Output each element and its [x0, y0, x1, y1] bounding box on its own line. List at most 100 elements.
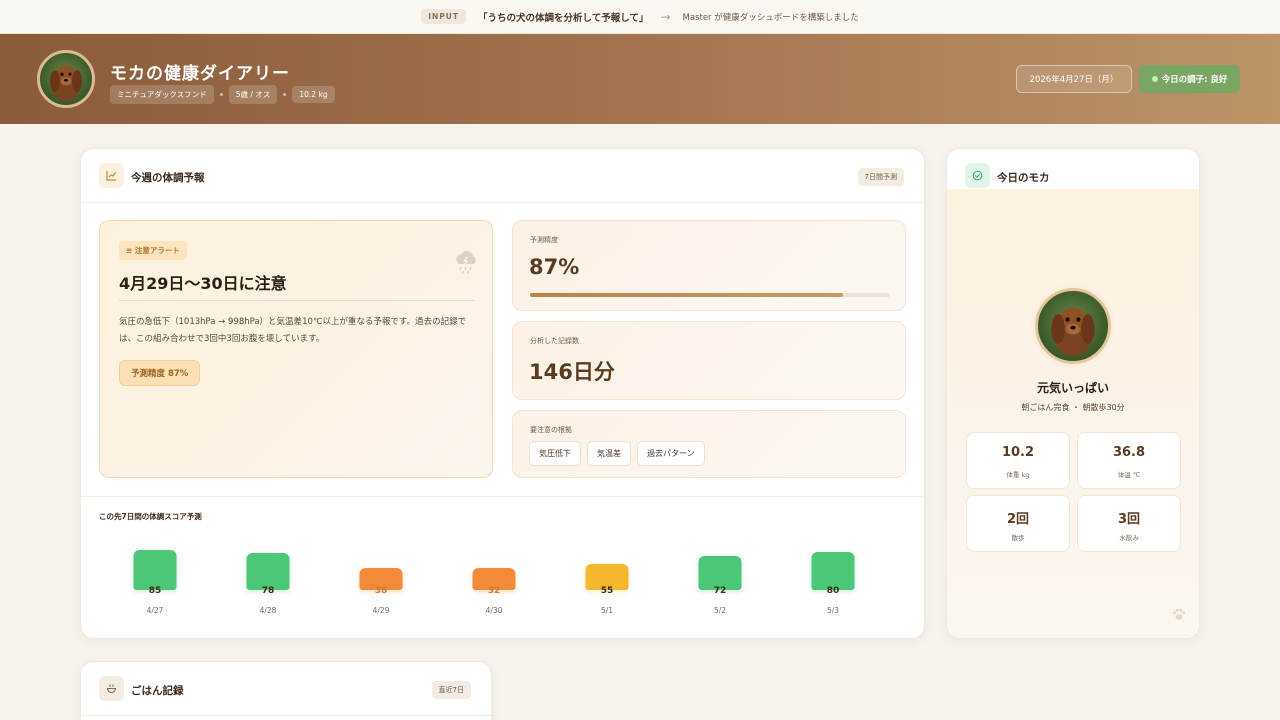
- forecast-day[interactable]: 80 5/3: [777, 529, 889, 621]
- dog-photo-icon: [50, 65, 82, 102]
- card-header: ごはん記録 直近7日: [81, 662, 491, 716]
- metric-value: 10.2: [1001, 445, 1035, 460]
- score-value: 32: [487, 586, 501, 596]
- score-value: 72: [713, 586, 727, 596]
- weight-metric: 10.2 体重 kg: [966, 432, 1070, 489]
- paw-icon: [1171, 606, 1187, 626]
- score-bar: [811, 552, 855, 590]
- age-tag: 5歳 / オス: [228, 85, 278, 104]
- page-title: モカの健康ダイアリー: [110, 64, 290, 84]
- separator-dot: [219, 93, 223, 96]
- factor-chip[interactable]: 気温差: [587, 441, 631, 466]
- dog-photo-icon: [1051, 307, 1095, 356]
- input-bar: INPUT 「うちの犬の体調を分析して予報して」 → Master が健康ダッシ…: [0, 0, 1280, 34]
- temperature-metric: 36.8 体温 ℃: [1077, 432, 1181, 489]
- factor-chip[interactable]: 過去パターン: [637, 441, 705, 466]
- accuracy-chip: 予測精度 87%: [119, 360, 201, 386]
- water-metric: 3回 水飲み: [1077, 495, 1181, 552]
- accuracy-value: 87%: [529, 255, 580, 279]
- forecast-day[interactable]: 72 5/2: [664, 529, 776, 621]
- avatar: [1035, 288, 1111, 364]
- period-badge: 7日間予測: [857, 168, 904, 186]
- status-dot-icon: [1151, 76, 1158, 82]
- bowl-icon: [99, 676, 124, 701]
- forecast-day[interactable]: 55 5/1: [551, 529, 663, 621]
- forecast-date: 5/2: [713, 606, 727, 615]
- forecast-date: 4/27: [146, 606, 164, 615]
- card-title: 今日のモカ: [997, 172, 1050, 184]
- date-display[interactable]: 2026年4月27日（月）: [1016, 65, 1132, 93]
- factors-panel: 要注意の根拠 気圧低下 気温差 過去パターン: [512, 410, 906, 478]
- records-panel: 分析した記録数 146日分: [512, 321, 906, 400]
- alert-badge: ≡ 注意アラート: [119, 241, 187, 260]
- status-badge[interactable]: 今日の調子: 良好: [1139, 65, 1240, 93]
- forecast-date: 4/28: [259, 606, 277, 615]
- factors-label: 要注意の根拠: [530, 426, 572, 434]
- forecast-date: 5/3: [826, 606, 840, 615]
- card-header: 今日のモカ: [947, 149, 1199, 203]
- metric-label: 散歩: [1011, 534, 1025, 542]
- forecast-day[interactable]: 85 4/27: [99, 529, 211, 621]
- score-bar: [133, 550, 177, 590]
- status-label: 今日の調子: 良好: [1161, 75, 1228, 85]
- divider: [119, 300, 474, 301]
- factor-chip[interactable]: 気圧低下: [529, 441, 581, 466]
- forecast-day[interactable]: 32 4/30: [438, 529, 550, 621]
- score-bar: [698, 556, 742, 590]
- score-value: 38: [374, 586, 388, 596]
- accuracy-progress-fill: [530, 293, 844, 297]
- accuracy-progress: [530, 293, 890, 297]
- today-card: 今日のモカ 元気いっぱい 朝ごはん完食 ・ 朝散歩30分 10.2 体重 kg …: [946, 148, 1200, 639]
- meal-card: ごはん記録 直近7日: [80, 661, 492, 720]
- forecast-day[interactable]: 78 4/28: [212, 529, 324, 621]
- rain-cloud-icon: [452, 248, 480, 280]
- profile-tags: ミニチュアダックスフンド 5歳 / オス 10.2 kg: [110, 85, 335, 104]
- walk-metric: 2回 散歩: [966, 495, 1070, 552]
- score-value: 85: [148, 586, 162, 596]
- forecast-card: 今週の体調予報 7日間予測 ≡ 注意アラート 4月29日～30日に注意 気圧の急…: [80, 148, 925, 639]
- records-label: 分析した記録数: [530, 337, 579, 345]
- breed-tag: ミニチュアダックスフンド: [110, 85, 214, 104]
- card-title: 今週の体調予報: [131, 172, 205, 184]
- today-summary: 朝ごはん完食 ・ 朝散歩30分: [1021, 403, 1125, 412]
- score-value: 78: [261, 586, 275, 596]
- today-background: [947, 189, 1199, 638]
- score-bar: [246, 553, 290, 590]
- forecast-day[interactable]: 38 4/29: [325, 529, 437, 621]
- metric-label: 体重 kg: [1006, 471, 1030, 479]
- alert-title: 4月29日～30日に注意: [119, 274, 287, 293]
- score-value: 55: [600, 586, 614, 596]
- input-badge: INPUT: [421, 9, 467, 24]
- avatar: [37, 50, 95, 108]
- metric-value: 2回: [1006, 512, 1030, 527]
- forecast-date: 4/30: [485, 606, 503, 615]
- weight-tag: 10.2 kg: [292, 86, 335, 103]
- accuracy-panel: 予測精度 87%: [512, 220, 906, 311]
- forecast-title: この先7日間の体調スコア予測: [99, 512, 202, 521]
- accuracy-label: 予測精度: [530, 236, 558, 244]
- forecast-date: 4/29: [372, 606, 390, 615]
- period-badge: 直近7日: [431, 681, 471, 699]
- arrow-icon: →: [660, 9, 671, 24]
- records-value: 146日分: [529, 360, 615, 384]
- result-text: Master が健康ダッシュボードを構築しました: [682, 12, 859, 23]
- separator-dot: [283, 93, 287, 96]
- metric-value: 36.8: [1112, 445, 1146, 460]
- divider: [81, 496, 924, 497]
- today-status: 元気いっぱい: [1036, 381, 1109, 395]
- metric-label: 水飲み: [1119, 534, 1139, 542]
- card-title: ごはん記録: [131, 685, 184, 697]
- profile-header: モカの健康ダイアリー ミニチュアダックスフンド 5歳 / オス 10.2 kg …: [0, 34, 1280, 124]
- input-quote: 「うちの犬の体調を分析して予報して」: [478, 12, 649, 24]
- metric-label: 体温 ℃: [1117, 471, 1141, 479]
- alert-panel: ≡ 注意アラート 4月29日～30日に注意 気圧の急低下（1013hPa → 9…: [99, 220, 493, 478]
- forecast-chart: 85 4/27 78 4/28 38 4/29 32 4/30 55 5/1 72 5/2 80 5/3: [99, 529, 905, 621]
- score-value: 80: [826, 586, 840, 596]
- forecast-date: 5/1: [600, 606, 614, 615]
- chart-icon: [99, 163, 124, 188]
- factor-chips: 気圧低下 気温差 過去パターン: [529, 441, 705, 466]
- alert-description: 気圧の急低下（1013hPa → 998hPa）と気温差10℃以上が重なる予報で…: [119, 317, 467, 344]
- card-header: 今週の体調予報 7日間予測: [81, 149, 924, 203]
- check-circle-icon: [965, 163, 990, 188]
- metric-value: 3回: [1117, 512, 1141, 527]
